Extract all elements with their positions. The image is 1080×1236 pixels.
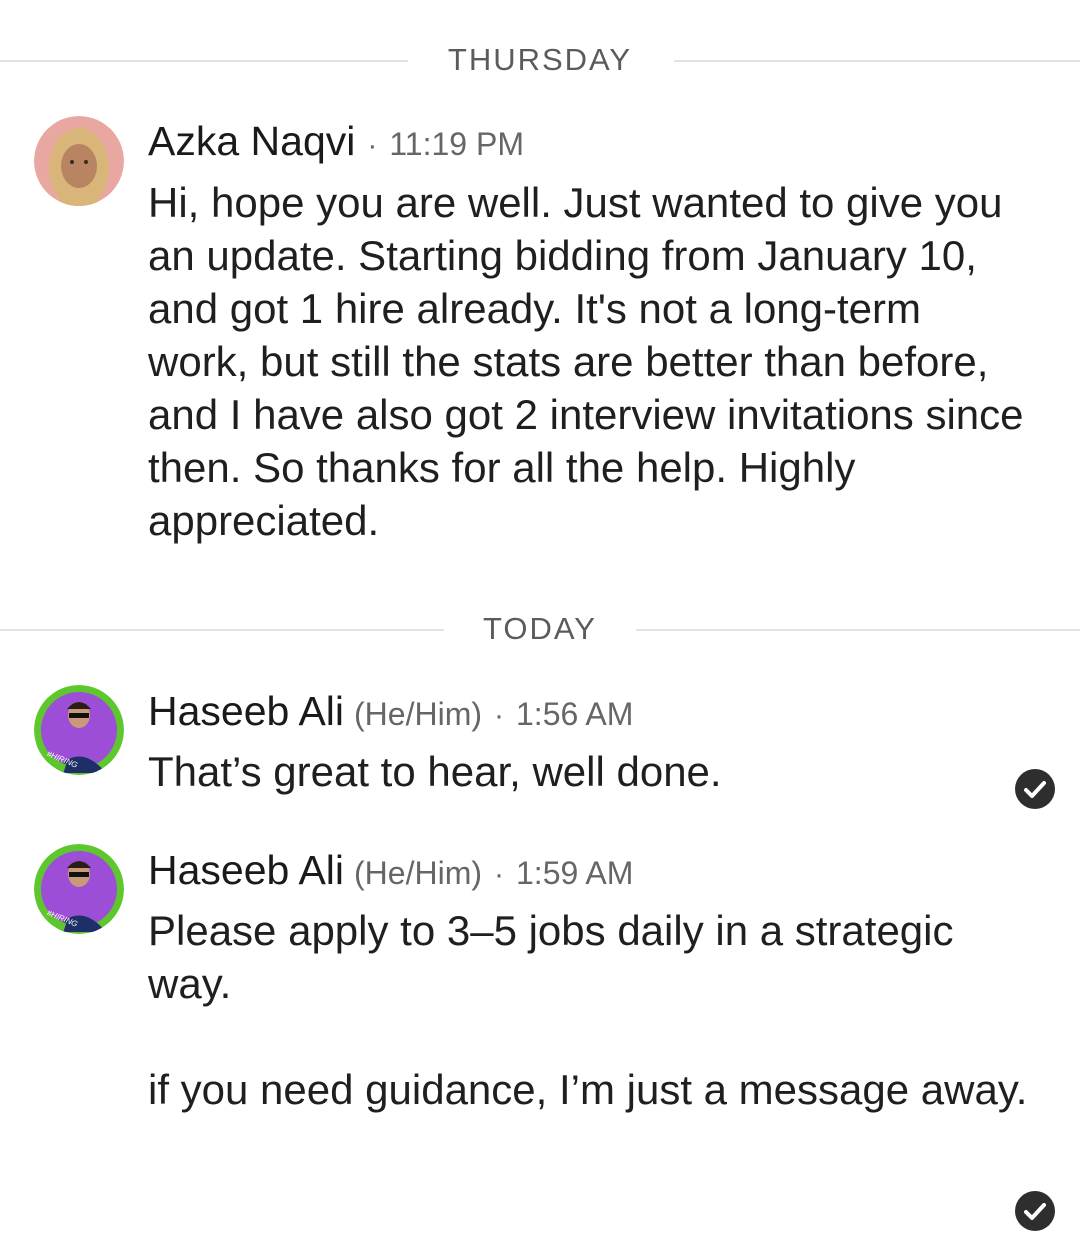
message-text: Hi, hope you are well. Just wanted to gi…	[148, 179, 1024, 544]
check-circle-icon	[1015, 1191, 1055, 1231]
message-time: 11:19 PM	[389, 126, 524, 162]
sender-name[interactable]: Azka Naqvi	[148, 118, 355, 164]
separator-dot: ·	[494, 858, 504, 891]
message-header: Haseeb Ali (He/Him) · 1:56 AM	[148, 688, 633, 738]
sender-name[interactable]: Haseeb Ali	[148, 847, 344, 893]
date-divider-label: TODAY	[483, 611, 597, 646]
profile-photo	[34, 116, 124, 206]
date-divider-label: THURSDAY	[447, 42, 633, 77]
message-time: 1:59 AM	[516, 855, 634, 891]
separator-dot: ·	[494, 699, 504, 732]
check-circle-icon	[1015, 769, 1055, 809]
sender-pronouns: (He/Him)	[354, 696, 482, 732]
sender-pronouns: (He/Him)	[354, 855, 482, 891]
avatar-haseeb-ali[interactable]: #HIRING	[34, 844, 124, 934]
profile-photo	[34, 685, 124, 775]
avatar-azka-naqvi[interactable]	[34, 116, 124, 206]
message-text: Please apply to 3–5 jobs daily in a stra…	[148, 907, 1028, 1113]
message-header: Azka Naqvi · 11:19 PM	[148, 118, 524, 168]
sender-name[interactable]: Haseeb Ali	[148, 688, 344, 734]
message-header: Haseeb Ali (He/Him) · 1:59 AM	[148, 847, 633, 897]
date-divider-thursday: THURSDAY	[0, 40, 1080, 80]
message-text: That’s great to hear, well done.	[148, 748, 722, 795]
date-divider-today: TODAY	[0, 609, 1080, 649]
profile-photo	[34, 844, 124, 934]
message-time: 1:56 AM	[516, 696, 634, 732]
avatar-haseeb-ali[interactable]: #HIRING	[34, 685, 124, 775]
separator-dot: ·	[367, 129, 378, 162]
